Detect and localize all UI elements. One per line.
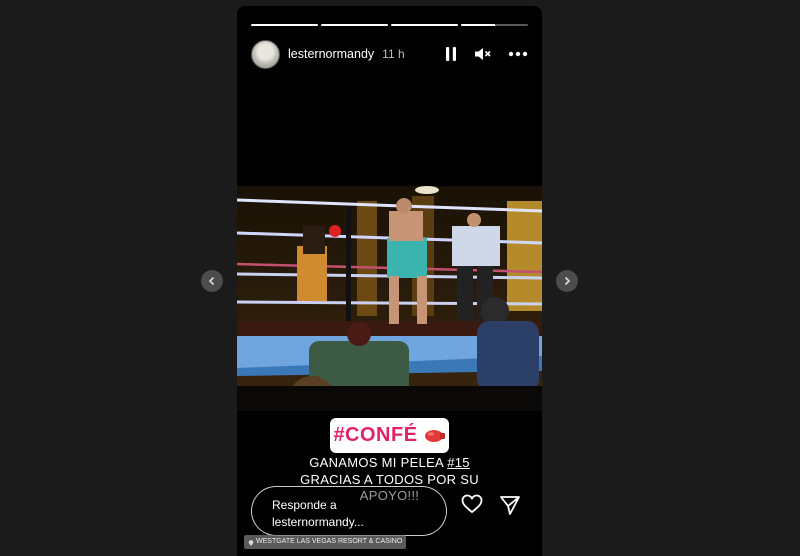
chevron-left-icon xyxy=(208,276,215,286)
chevron-right-icon xyxy=(564,276,571,286)
progress-fill xyxy=(251,24,318,26)
previous-story-button[interactable] xyxy=(201,270,223,292)
more-options-button[interactable] xyxy=(508,51,528,57)
caption-text: GANAMOS MI PELEA xyxy=(309,455,448,470)
time-ago: 11 h xyxy=(382,47,405,61)
progress-segment xyxy=(321,24,388,26)
mute-icon xyxy=(475,48,491,60)
sticker-text: #CONFÉ xyxy=(333,424,418,446)
heart-icon xyxy=(461,494,483,514)
caption-hashtag[interactable]: #15 xyxy=(447,455,470,470)
story-header: lesternormandy 11 h xyxy=(251,38,528,70)
story-viewer: lesternormandy 11 h #CONFÉ GANAMOS MI PE… xyxy=(0,0,800,556)
location-sticker[interactable]: WESTGATE LAS VEGAS RESORT & CASINO xyxy=(244,535,407,549)
avatar[interactable] xyxy=(251,39,280,69)
username[interactable]: lesternormandy xyxy=(288,47,374,61)
progress-segment xyxy=(391,24,458,26)
progress-fill xyxy=(461,24,495,26)
reply-input[interactable]: Responde a lesternormandy... xyxy=(251,486,447,536)
story-photo xyxy=(237,186,542,411)
send-icon xyxy=(500,496,520,515)
story-progress xyxy=(251,24,528,26)
pause-icon xyxy=(446,47,456,61)
progress-segment xyxy=(461,24,528,26)
progress-fill xyxy=(391,24,458,26)
progress-fill xyxy=(321,24,388,26)
like-button[interactable] xyxy=(461,494,483,521)
next-story-button[interactable] xyxy=(556,270,578,292)
more-icon xyxy=(508,51,528,57)
pause-button[interactable] xyxy=(444,46,458,62)
story-card[interactable]: lesternormandy 11 h #CONFÉ GANAMOS MI PE… xyxy=(237,6,542,556)
hashtag-sticker[interactable]: #CONFÉ xyxy=(330,418,449,453)
share-button[interactable] xyxy=(499,494,521,521)
boxing-glove-icon xyxy=(424,429,445,442)
location-pin-icon xyxy=(248,539,254,546)
progress-segment xyxy=(251,24,318,26)
mute-button[interactable] xyxy=(474,46,492,62)
location-text: WESTGATE LAS VEGAS RESORT & CASINO xyxy=(256,538,403,545)
